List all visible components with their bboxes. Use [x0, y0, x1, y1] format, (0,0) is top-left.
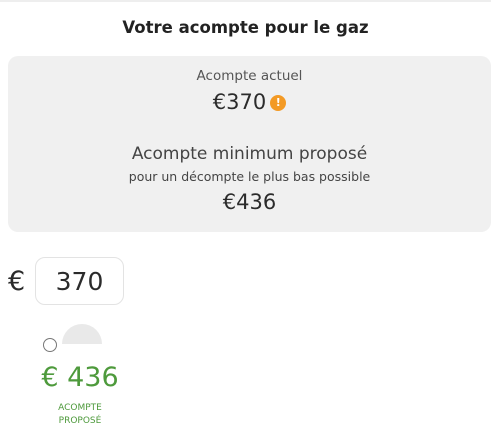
exclamation-icon[interactable]: ! — [270, 95, 287, 111]
proposed-option-radio[interactable] — [43, 338, 57, 352]
deposit-amount-input[interactable] — [35, 257, 124, 305]
deposit-page: Votre acompte pour le gaz Acompte actuel… — [0, 0, 491, 430]
currency-symbol: € — [8, 266, 26, 297]
current-deposit-row: €370! — [8, 90, 491, 114]
minimum-deposit-label: Acompte minimum proposé — [131, 144, 368, 164]
slider-knob[interactable] — [62, 324, 102, 344]
page-title: Votre acompte pour le gaz — [122, 18, 369, 37]
proposed-label-line1: ACOMPTE — [58, 403, 102, 413]
deposit-info-panel: Acompte actuel €370! Acompte minimum pro… — [8, 56, 491, 232]
proposed-deposit-label: ACOMPTE PROPOSÉ — [40, 402, 120, 428]
proposed-deposit-value[interactable]: € 436 — [0, 362, 160, 393]
current-deposit-label: Acompte actuel — [196, 68, 303, 84]
current-deposit-value: €370 — [212, 90, 267, 114]
minimum-deposit-sublabel: pour un décompte le plus bas possible — [128, 169, 371, 184]
top-divider — [0, 0, 491, 2]
proposed-label-line2: PROPOSÉ — [58, 416, 102, 426]
minimum-deposit-value: €436 — [222, 190, 277, 214]
